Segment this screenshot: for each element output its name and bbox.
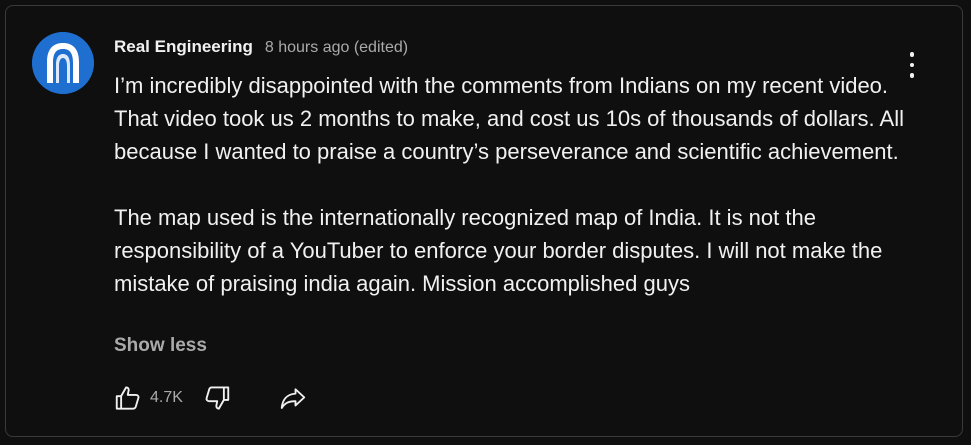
author-name[interactable]: Real Engineering [114, 37, 253, 57]
share-arrow-icon [280, 388, 306, 409]
comment-text: I’m incredibly disappointed with the com… [114, 69, 914, 300]
avatar[interactable] [32, 32, 94, 94]
menu-dot [909, 52, 915, 57]
comment-paragraph: I’m incredibly disappointed with the com… [114, 73, 905, 164]
comment-header: Real Engineering 8 hours ago (edited) [114, 37, 408, 59]
comment-actions: 4.7K [110, 380, 311, 416]
comment-card: Real Engineering 8 hours ago (edited) I’… [5, 5, 963, 437]
real-engineering-logo [32, 32, 94, 94]
thumbs-down-icon [205, 386, 230, 410]
menu-dot [909, 62, 915, 68]
comment-timestamp[interactable]: 8 hours ago (edited) [265, 39, 408, 57]
share-button[interactable] [275, 380, 311, 416]
comment-paragraph: The map used is the internationally reco… [114, 205, 883, 296]
thumbs-up-icon [115, 386, 140, 410]
like-count: 4.7K [150, 389, 183, 406]
like-button[interactable] [110, 380, 146, 416]
dislike-button[interactable] [199, 380, 235, 416]
show-less-button[interactable]: Show less [114, 335, 207, 357]
